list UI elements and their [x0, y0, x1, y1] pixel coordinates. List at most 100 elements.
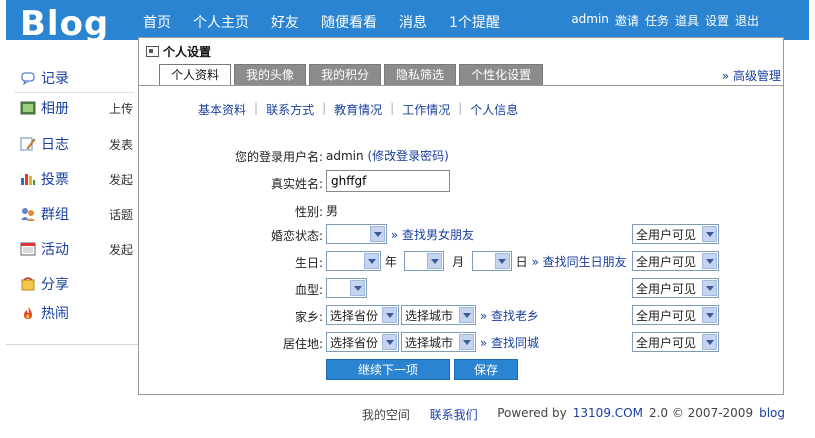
upload-link[interactable]: 上传: [109, 100, 133, 117]
row-residence: 居住地: 选择省份 选择城市 » 查找同城 全用户可见: [139, 331, 783, 353]
pencil-note-icon: [20, 137, 36, 151]
subnav-basic[interactable]: 基本资料: [198, 101, 246, 118]
fire-icon: [20, 306, 36, 320]
topics-link[interactable]: 话题: [109, 206, 133, 223]
find-partner-link[interactable]: » 查找男女朋友: [391, 226, 474, 243]
sidebar-item-label[interactable]: 相册: [41, 98, 69, 118]
find-same-birthday-link[interactable]: » 查找同生日朋友: [531, 253, 626, 270]
sidebar-item-album[interactable]: 相册 上传: [20, 98, 133, 118]
invite-link[interactable]: 邀请: [615, 12, 639, 29]
tab-personalize[interactable]: 个性化设置: [459, 64, 544, 86]
chevron-down-icon: [702, 253, 717, 269]
hometown-city-select[interactable]: 选择城市: [401, 305, 476, 325]
user-name-link[interactable]: admin: [571, 12, 609, 29]
realname-input[interactable]: [326, 170, 450, 192]
publish-link[interactable]: 发表: [109, 136, 133, 153]
nav-messages[interactable]: 消息: [399, 12, 427, 32]
user-nav: admin 邀请 任务 道具 设置 退出: [571, 12, 759, 29]
residence-city-select[interactable]: 选择城市: [401, 332, 476, 352]
sidebar-item-label[interactable]: 记录: [41, 68, 69, 88]
birth-month-select[interactable]: [404, 251, 445, 271]
start-event-link[interactable]: 发起: [109, 241, 133, 258]
sidebar-item-label[interactable]: 投票: [41, 169, 69, 189]
chevron-down-icon: [702, 226, 717, 242]
row-hometown: 家乡: 选择省份 选择城市 » 查找老乡 全用户可见: [139, 304, 783, 326]
my-space-text: 我的空间: [361, 408, 410, 422]
chevron-down-icon: [427, 253, 443, 269]
privacy-select-hometown[interactable]: 全用户可见: [632, 305, 719, 325]
save-button[interactable]: 保存: [454, 359, 518, 380]
tab-profile[interactable]: 个人资料: [159, 64, 232, 86]
site-link[interactable]: 13109.COM: [573, 406, 643, 423]
nav-reminders[interactable]: 1个提醒: [449, 12, 500, 32]
blog-link[interactable]: blog: [759, 406, 785, 423]
sidebar-item-label[interactable]: 日志: [41, 134, 69, 154]
nav-friends[interactable]: 好友: [271, 12, 299, 32]
calendar-icon: [20, 242, 36, 256]
sidebar-item-hot[interactable]: 热闹: [20, 303, 69, 323]
next-button[interactable]: 继续下一项: [326, 359, 450, 380]
chevron-down-icon: [350, 280, 365, 296]
blog-logo[interactable]: Blog: [20, 4, 109, 44]
logout-link[interactable]: 退出: [735, 12, 759, 29]
marital-label: 婚恋状态:: [270, 229, 323, 243]
find-same-city-link[interactable]: » 查找同城: [480, 334, 539, 351]
privacy-select-marital[interactable]: 全用户可见: [632, 224, 719, 244]
sidebar-item-poll[interactable]: 投票 发起: [20, 169, 133, 189]
version-text: 2.0 © 2007-2009: [648, 406, 754, 420]
subnav-education[interactable]: 教育情况: [334, 101, 382, 118]
row-gender: 性别: 男: [139, 199, 783, 221]
tab-points[interactable]: 我的积分: [309, 64, 382, 86]
tab-avatar[interactable]: 我的头像: [234, 64, 307, 86]
bar-chart-icon: [20, 172, 36, 186]
birth-year-select[interactable]: [326, 251, 381, 271]
privacy-select-residence[interactable]: 全用户可见: [632, 332, 719, 352]
chevron-down-icon: [459, 334, 474, 350]
sidebar-item-record[interactable]: 记录: [20, 68, 69, 88]
sidebar-item-events[interactable]: 活动 发起: [20, 239, 133, 259]
top-bar: Blog 首页 个人主页 好友 随便看看 消息 1个提醒 admin 邀请 任务…: [6, 0, 809, 44]
tab-privacy[interactable]: 隐私筛选: [384, 64, 457, 86]
marital-select[interactable]: [326, 224, 387, 244]
find-townsmen-link[interactable]: » 查找老乡: [480, 307, 539, 324]
blood-type-select[interactable]: [326, 278, 367, 298]
hometown-label: 家乡:: [294, 310, 323, 324]
nav-home[interactable]: 首页: [143, 12, 171, 32]
nav-profile[interactable]: 个人主页: [193, 12, 249, 32]
tools-link[interactable]: 道具: [675, 12, 699, 29]
nav-browse[interactable]: 随便看看: [321, 12, 377, 32]
subnav-work[interactable]: 工作情况: [402, 101, 450, 118]
residence-label: 居住地:: [282, 337, 323, 351]
privacy-select-birthday[interactable]: 全用户可见: [632, 251, 719, 271]
subnav-separator: |: [390, 101, 395, 115]
contact-us-link[interactable]: 联系我们: [430, 406, 478, 423]
sidebar-item-journal[interactable]: 日志 发表: [20, 134, 133, 154]
gender-label: 性别:: [294, 205, 323, 219]
sidebar-item-label[interactable]: 分享: [41, 274, 69, 294]
birth-day-select[interactable]: [471, 251, 512, 271]
tasks-link[interactable]: 任务: [645, 12, 669, 29]
start-poll-link[interactable]: 发起: [109, 171, 133, 188]
privacy-select-blood[interactable]: 全用户可见: [632, 278, 719, 298]
residence-province-select[interactable]: 选择省份: [326, 332, 399, 352]
sidebar-item-groups[interactable]: 群组 话题: [20, 204, 133, 224]
year-label: 年: [384, 254, 397, 269]
sidebar-item-share[interactable]: 分享: [20, 274, 69, 294]
sidebar-item-label[interactable]: 活动: [41, 239, 69, 259]
sidebar-item-label[interactable]: 群组: [41, 204, 69, 224]
chevron-down-icon: [382, 334, 397, 350]
change-password-link[interactable]: (修改登录密码): [367, 147, 448, 164]
gender-value: 男: [326, 204, 339, 218]
subnav-contact[interactable]: 联系方式: [266, 101, 314, 118]
speech-bubble-icon: [20, 71, 36, 86]
day-label: 日: [515, 254, 528, 269]
chevron-down-icon: [364, 253, 379, 269]
photo-icon: [20, 101, 36, 115]
hometown-province-select[interactable]: 选择省份: [326, 305, 399, 325]
advanced-management-link[interactable]: » 高级管理: [722, 67, 781, 84]
profile-card-icon: [146, 45, 159, 57]
settings-link[interactable]: 设置: [705, 12, 729, 29]
sidebar-item-label[interactable]: 热闹: [41, 303, 69, 323]
month-label: 月: [452, 254, 465, 269]
subnav-personal[interactable]: 个人信息: [470, 101, 518, 118]
